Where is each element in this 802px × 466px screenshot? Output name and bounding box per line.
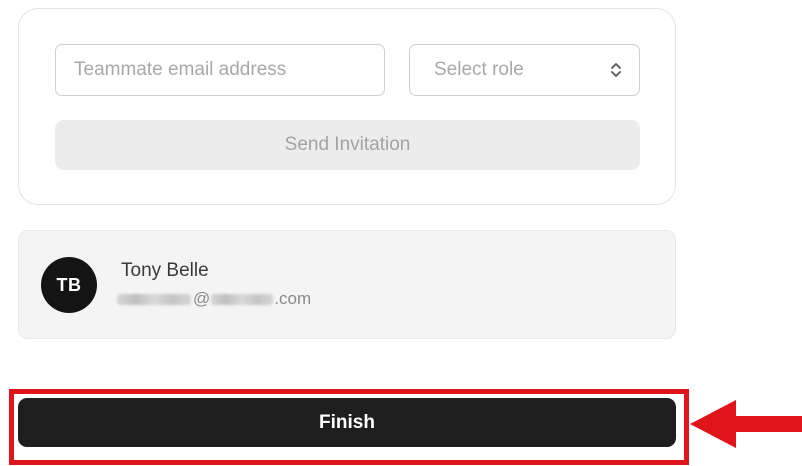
finish-button[interactable]: Finish xyxy=(18,398,676,447)
role-select-placeholder: Select role xyxy=(434,59,524,80)
redacted-email-domain xyxy=(211,293,274,305)
chevron-up-down-icon xyxy=(611,63,621,77)
send-invitation-button[interactable]: Send Invitation xyxy=(55,120,640,170)
redacted-email-local-part xyxy=(117,293,191,305)
invite-card: Select role Send Invitation xyxy=(18,8,676,205)
member-card: TB Tony Belle @ .com xyxy=(18,230,676,339)
email-at-sign: @ xyxy=(193,289,211,308)
member-name: Tony Belle xyxy=(121,260,209,281)
avatar: TB xyxy=(41,257,97,313)
arrow-left-icon xyxy=(690,400,802,448)
invite-team-page: Select role Send Invitation TB Tony Bell… xyxy=(0,0,802,466)
member-email: @ .com xyxy=(117,289,311,309)
role-select[interactable]: Select role xyxy=(409,44,640,96)
teammate-email-input[interactable] xyxy=(55,44,385,96)
email-tld: .com xyxy=(274,289,312,308)
